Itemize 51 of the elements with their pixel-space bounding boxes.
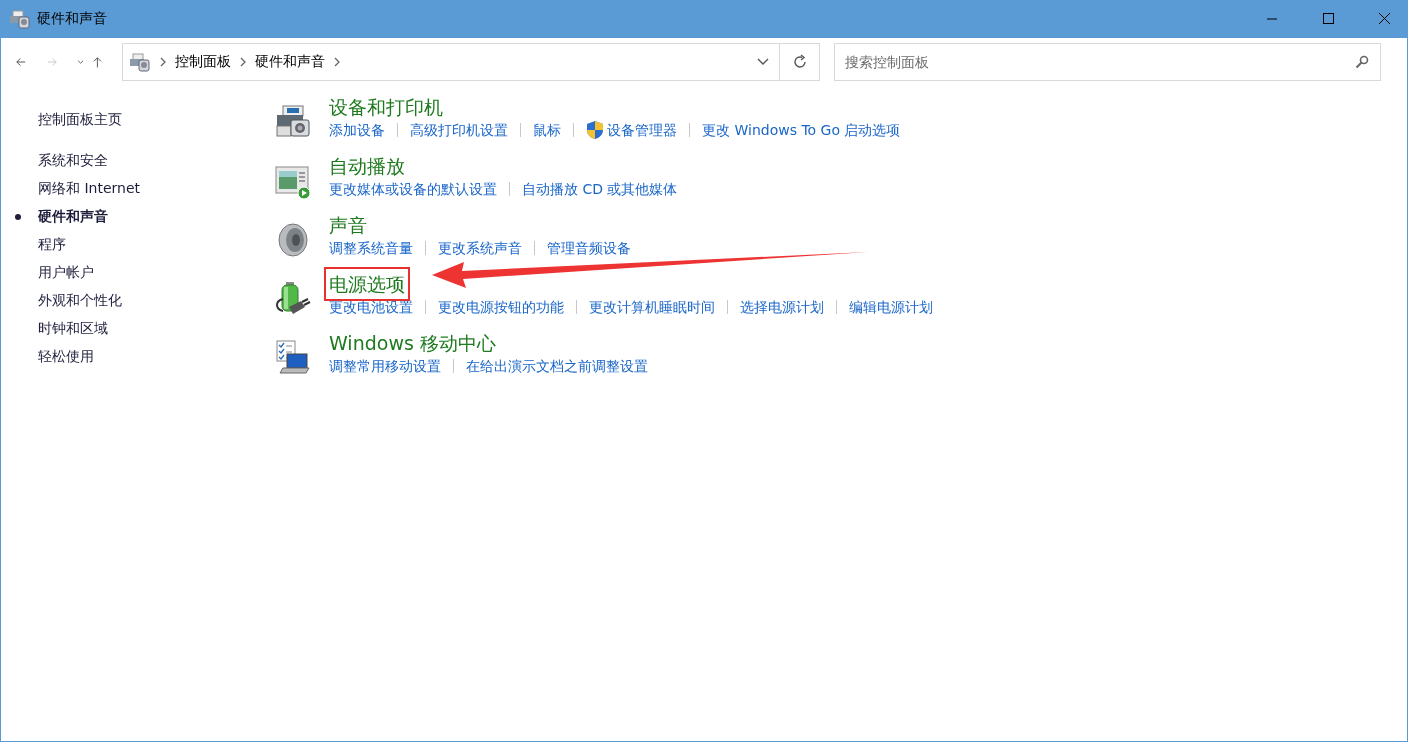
sidebar-item[interactable]: 系统和安全	[38, 152, 108, 170]
shield-icon	[586, 120, 604, 140]
battery-plug-icon	[275, 281, 311, 317]
task-link[interactable]: 管理音频设备	[547, 238, 631, 258]
chevron-icon	[333, 57, 341, 67]
breadcrumb[interactable]: 控制面板	[175, 53, 231, 71]
task-link[interactable]: 高级打印机设置	[410, 120, 508, 140]
category-title-link[interactable]: 设备和打印机	[329, 94, 443, 120]
category-title-link[interactable]: 声音	[329, 212, 367, 238]
chevron-icon	[239, 57, 247, 67]
control-panel-icon	[129, 52, 151, 72]
window-title: 硬件和声音	[37, 10, 108, 28]
task-link[interactable]: 添加设备	[329, 120, 385, 140]
category-title-link[interactable]: 自动播放	[329, 153, 405, 179]
task-link[interactable]: 鼠标	[533, 120, 561, 140]
task-link[interactable]: 调整系统音量	[329, 238, 413, 258]
task-link[interactable]: 设备管理器	[586, 120, 677, 140]
dropdown-caret-icon[interactable]	[757, 58, 769, 66]
speaker-icon	[275, 222, 311, 258]
breadcrumb[interactable]: 硬件和声音	[255, 53, 325, 71]
task-link[interactable]: 编辑电源计划	[849, 297, 933, 317]
autoplay-icon	[275, 163, 311, 199]
address-bar[interactable]: 控制面板 硬件和声音	[122, 43, 780, 81]
task-link[interactable]: 更改媒体或设备的默认设置	[329, 179, 497, 199]
category-title-link[interactable]: 电源选项	[329, 271, 405, 297]
search-field[interactable]: 搜索控制面板	[834, 43, 1381, 81]
sidebar-item[interactable]: 网络和 Internet	[38, 180, 141, 198]
task-link[interactable]: 更改电源按钮的功能	[438, 297, 564, 317]
category-title-link[interactable]: Windows 移动中心	[329, 330, 496, 356]
task-link[interactable]: 调整常用移动设置	[329, 356, 441, 376]
sidebar-item[interactable]: 程序	[38, 236, 66, 254]
sidebar-item[interactable]: 硬件和声音	[38, 208, 108, 226]
task-link[interactable]: 选择电源计划	[740, 297, 824, 317]
chevron-icon	[159, 57, 167, 67]
task-link[interactable]: 更改计算机睡眠时间	[589, 297, 715, 317]
search-icon[interactable]	[1355, 55, 1369, 69]
sidebar-item[interactable]: 用户帐户	[38, 264, 94, 282]
task-link[interactable]: 更改 Windows To Go 启动选项	[702, 120, 901, 140]
laptop-checklist-icon	[275, 340, 311, 376]
task-link[interactable]: 更改电池设置	[329, 297, 413, 317]
refresh-icon	[791, 54, 808, 70]
sidebar-home-link[interactable]: 控制面板主页	[38, 111, 122, 129]
refresh-button[interactable]	[780, 43, 820, 81]
sidebar-item[interactable]: 时钟和区域	[38, 320, 108, 338]
printer-camera-icon	[275, 104, 311, 140]
sidebar-item[interactable]: 轻松使用	[38, 348, 94, 366]
control-panel-icon	[9, 9, 31, 29]
task-link[interactable]: 更改系统声音	[438, 238, 522, 258]
task-link[interactable]: 自动播放 CD 或其他媒体	[522, 179, 678, 199]
task-link[interactable]: 在给出演示文档之前调整设置	[466, 356, 648, 376]
sidebar-item[interactable]: 外观和个性化	[38, 292, 122, 310]
